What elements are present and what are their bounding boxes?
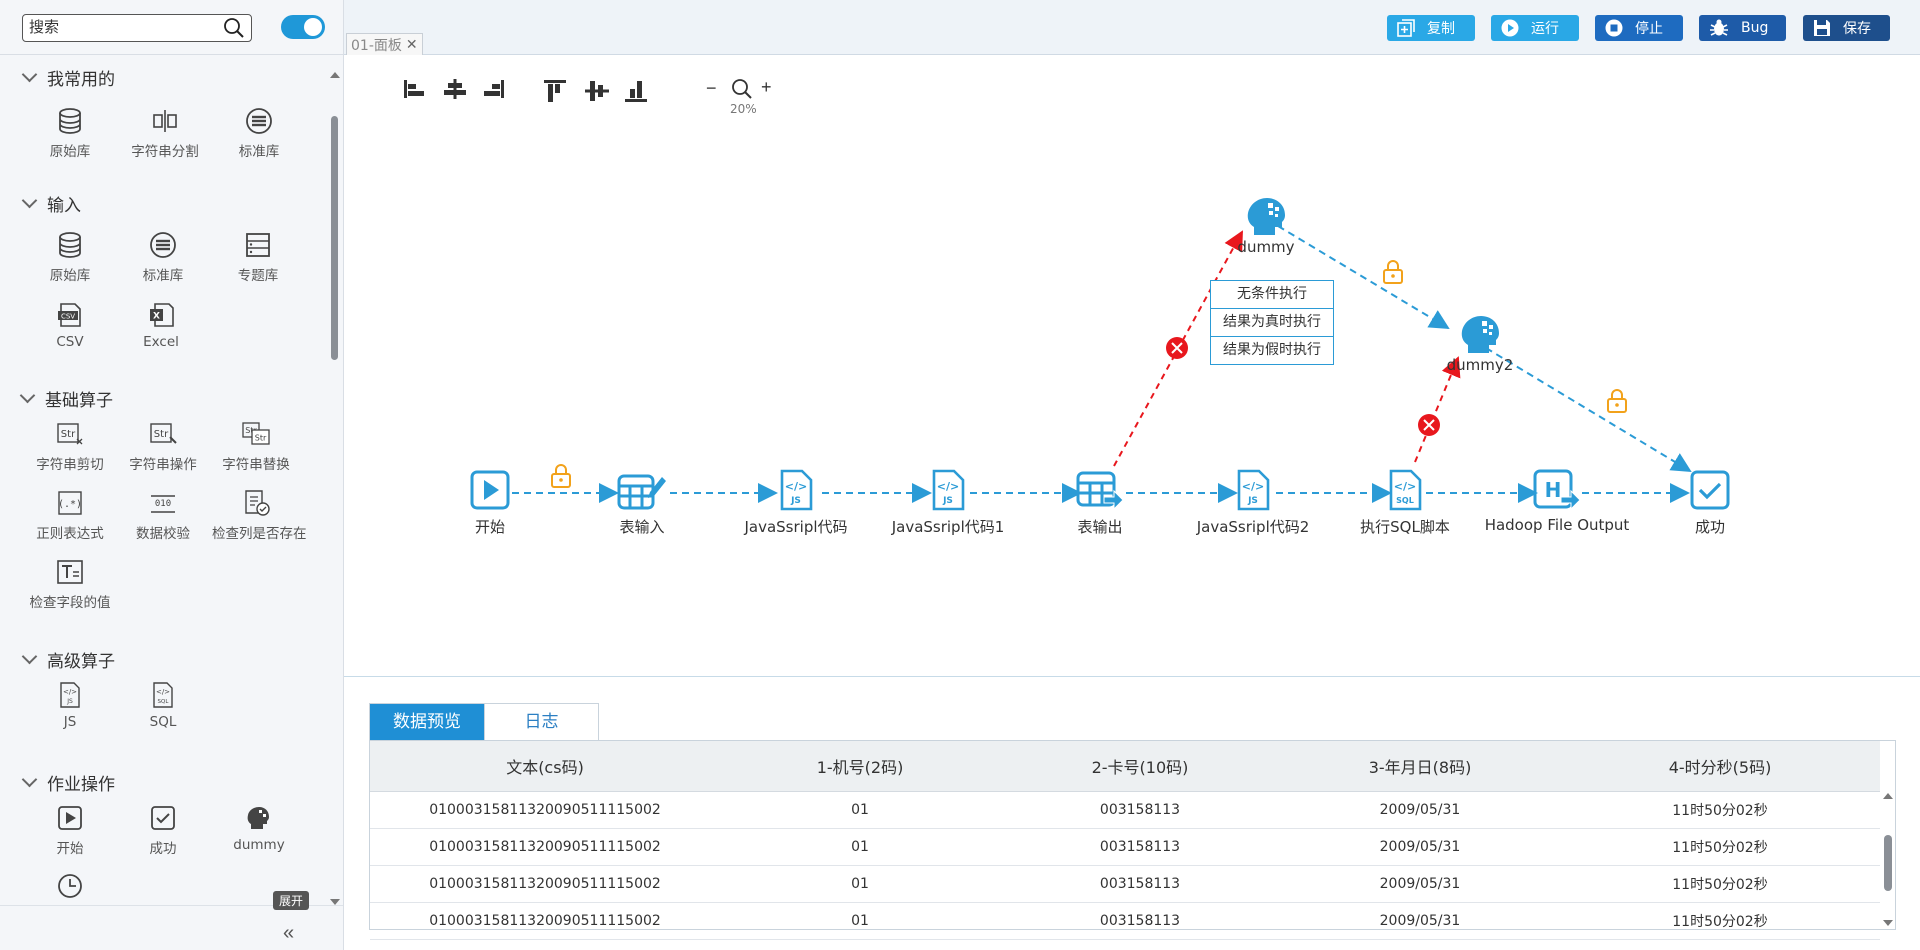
column-header[interactable]: 文本(cs码) — [370, 741, 720, 792]
table-cell: 01 — [720, 828, 1000, 866]
table-cell: 003158113 — [1000, 865, 1280, 903]
node-label: 开始 — [474, 518, 505, 536]
menu-item-on-false[interactable]: 结果为假时执行 — [1211, 337, 1333, 364]
menu-item-on-true[interactable]: 结果为真时执行 — [1211, 309, 1333, 337]
svg-text:JS: JS — [1247, 496, 1258, 506]
node-hadoop-file-output[interactable]: H Hadoop File Output — [1477, 468, 1637, 534]
dummy-head-icon — [1400, 312, 1560, 356]
table-cell: 003158113 — [1000, 791, 1280, 829]
column-header[interactable]: 4-时分秒(5码) — [1560, 741, 1880, 792]
node-label: 表输出 — [1077, 518, 1123, 536]
js-file-icon: </> JS — [716, 468, 876, 512]
node-start[interactable]: 开始 — [410, 468, 570, 537]
table-cell: 01000315811320090511115002 — [370, 791, 720, 829]
node-javascript[interactable]: </> JS JavaSsripl代码 — [716, 468, 876, 537]
node-dummy2[interactable]: dummy2 — [1400, 312, 1560, 374]
sql-file-icon: </> SQL — [1325, 468, 1485, 512]
lock-icon[interactable] — [1383, 260, 1403, 284]
table-cell: 01 — [720, 902, 1000, 940]
node-label: 执行SQL脚本 — [1360, 518, 1450, 536]
bottom-tabs: 数据预览 日志 — [369, 703, 599, 740]
table-cell: 01000315811320090511115002 — [370, 902, 720, 940]
svg-text:</>: </> — [1394, 480, 1416, 493]
node-label: JavaSsripl代码1 — [891, 518, 1005, 536]
scroll-down-arrow-icon[interactable] — [1883, 920, 1893, 926]
table-cell: 01000315811320090511115002 — [370, 865, 720, 903]
table-cell: 2009/05/31 — [1280, 791, 1560, 829]
node-label: Hadoop File Output — [1484, 516, 1630, 534]
svg-text:</>: </> — [937, 480, 959, 493]
tab-log[interactable]: 日志 — [484, 704, 598, 740]
table-cell: 003158113 — [1000, 828, 1280, 866]
node-javascript-2[interactable]: </> JS JavaSsripl代码2 — [1173, 468, 1333, 537]
svg-text:</>: </> — [1242, 480, 1264, 493]
table-cell: 003158113 — [1000, 902, 1280, 940]
table-row[interactable]: 01000315811320090511115002 01 003158113 … — [370, 865, 1880, 903]
data-grid: 文本(cs码) 1-机号(2码) 2-卡号(10码) 3-年月日(8码) 4-时… — [370, 741, 1880, 940]
table-output-icon — [1020, 468, 1180, 512]
node-label: dummy2 — [1446, 356, 1514, 374]
js-file-icon: </> JS — [1173, 468, 1333, 512]
node-table-output[interactable]: 表输出 — [1020, 468, 1180, 537]
hop-error-badge-icon[interactable] — [1418, 414, 1440, 436]
table-scroll-thumb[interactable] — [1884, 835, 1892, 891]
table-cell: 11时50分02秒 — [1560, 828, 1880, 866]
hop-error-badge-icon[interactable] — [1166, 337, 1188, 359]
node-table-input[interactable]: 表输入 — [562, 468, 722, 537]
table-cell: 11时50分02秒 — [1560, 902, 1880, 940]
pane-divider[interactable] — [344, 676, 1920, 677]
node-javascript-1[interactable]: </> JS JavaSsripl代码1 — [868, 468, 1028, 537]
play-icon — [410, 468, 570, 512]
table-row[interactable]: 01000315811320090511115002 01 003158113 … — [370, 791, 1880, 829]
table-cell: 11时50分02秒 — [1560, 791, 1880, 829]
node-dummy[interactable]: dummy — [1186, 194, 1346, 256]
table-cell: 11时50分02秒 — [1560, 865, 1880, 903]
table-cell: 01 — [720, 865, 1000, 903]
hop-condition-menu: 无条件执行 结果为真时执行 结果为假时执行 — [1210, 280, 1334, 365]
hadoop-output-icon: H — [1477, 468, 1637, 512]
lock-icon[interactable] — [1607, 389, 1627, 413]
menu-item-unconditional[interactable]: 无条件执行 — [1211, 281, 1333, 309]
svg-text:</>: </> — [785, 480, 807, 493]
column-header[interactable]: 1-机号(2码) — [720, 741, 1000, 792]
column-header[interactable]: 2-卡号(10码) — [1000, 741, 1280, 792]
tab-data-preview[interactable]: 数据预览 — [370, 704, 484, 740]
table-cell: 2009/05/31 — [1280, 865, 1560, 903]
node-label: dummy — [1237, 238, 1295, 256]
node-label: JavaSsripl代码2 — [1196, 518, 1310, 536]
table-cell: 01 — [720, 791, 1000, 829]
node-label: 成功 — [1694, 518, 1725, 536]
node-success[interactable]: 成功 — [1630, 468, 1790, 537]
table-row[interactable]: 01000315811320090511115002 01 003158113 … — [370, 828, 1880, 866]
column-header[interactable]: 3-年月日(8码) — [1280, 741, 1560, 792]
table-row[interactable]: 01000315811320090511115002 01 003158113 … — [370, 902, 1880, 940]
node-label: 表输入 — [619, 518, 665, 536]
check-icon — [1630, 468, 1790, 512]
scroll-up-arrow-icon[interactable] — [1883, 793, 1893, 799]
table-cell: 2009/05/31 — [1280, 828, 1560, 866]
node-label: JavaSsripl代码 — [744, 518, 848, 536]
js-file-icon: </> JS — [868, 468, 1028, 512]
table-input-icon — [562, 468, 722, 512]
svg-text:JS: JS — [790, 496, 801, 506]
table-header-row: 文本(cs码) 1-机号(2码) 2-卡号(10码) 3-年月日(8码) 4-时… — [370, 741, 1880, 792]
node-execute-sql[interactable]: </> SQL 执行SQL脚本 — [1325, 468, 1485, 537]
dummy-head-icon — [1186, 194, 1346, 238]
data-preview-table: 文本(cs码) 1-机号(2码) 2-卡号(10码) 3-年月日(8码) 4-时… — [369, 740, 1896, 940]
table-cell: 2009/05/31 — [1280, 902, 1560, 940]
table-cell: 01000315811320090511115002 — [370, 828, 720, 866]
svg-text:JS: JS — [942, 496, 953, 506]
svg-text:SQL: SQL — [1396, 496, 1414, 505]
svg-text:H: H — [1545, 478, 1562, 502]
